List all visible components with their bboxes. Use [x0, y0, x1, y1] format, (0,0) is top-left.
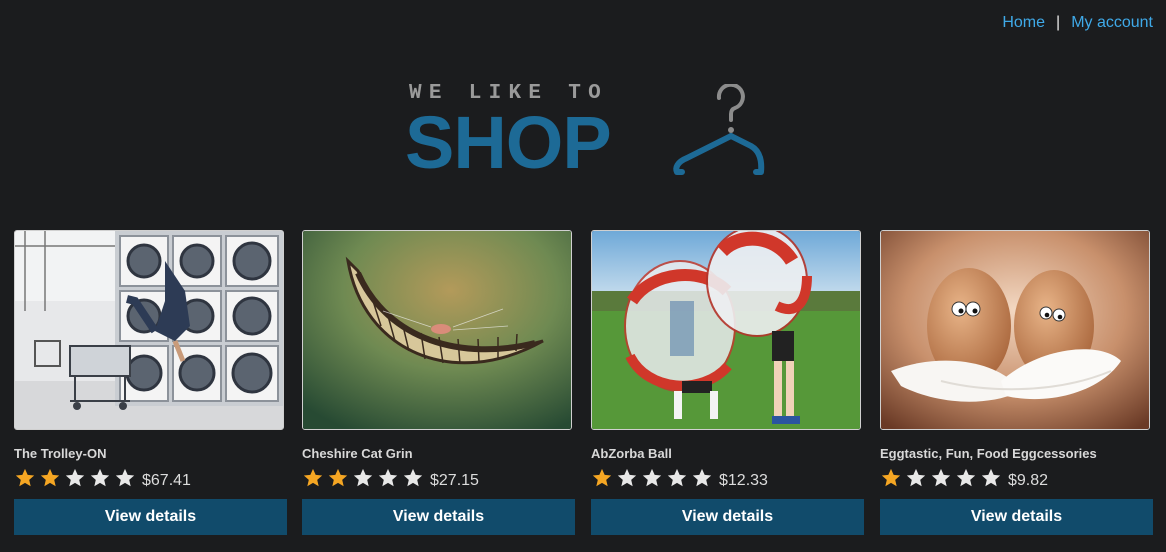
product-grid: The Trolley-ON $67.41 View details Chesh… — [14, 230, 1153, 542]
product-rating-row: $12.33 — [591, 466, 864, 490]
product-title[interactable]: The Trolley-ON — [14, 446, 287, 462]
product-card: Eggtastic, Fun, Food Eggcessories $9.82 … — [880, 230, 1153, 535]
star-filled-icon — [40, 468, 60, 487]
star-empty-icon — [906, 468, 926, 487]
product-card: Cheshire Cat Grin $27.15 View details — [302, 230, 575, 535]
view-details-button[interactable]: View details — [14, 499, 287, 535]
star-filled-icon — [881, 468, 901, 487]
star-filled-icon — [328, 468, 348, 487]
product-title[interactable]: Cheshire Cat Grin — [302, 446, 575, 462]
product-rating-row: $27.15 — [302, 466, 575, 490]
product-title[interactable]: AbZorba Ball — [591, 446, 864, 462]
product-rating-row: $67.41 — [14, 466, 287, 490]
star-empty-icon — [956, 468, 976, 487]
star-empty-icon — [642, 468, 662, 487]
star-empty-icon — [378, 468, 398, 487]
site-logo[interactable]: WE LIKE TO SHOP — [405, 82, 765, 182]
star-rating — [302, 467, 424, 489]
hanger-icon — [673, 84, 765, 175]
star-empty-icon — [981, 468, 1001, 487]
product-title[interactable]: Eggtastic, Fun, Food Eggcessories — [880, 446, 1153, 462]
star-empty-icon — [931, 468, 951, 487]
product-price: $12.33 — [719, 472, 768, 489]
product-card: The Trolley-ON $67.41 View details — [14, 230, 287, 535]
product-image-bubble-ball[interactable] — [591, 230, 861, 430]
star-empty-icon — [65, 468, 85, 487]
product-price: $27.15 — [430, 472, 479, 489]
star-rating — [591, 467, 713, 489]
star-empty-icon — [403, 468, 423, 487]
top-nav: Home | My account — [1002, 14, 1153, 32]
star-empty-icon — [90, 468, 110, 487]
star-filled-icon — [592, 468, 612, 487]
view-details-button[interactable]: View details — [591, 499, 864, 535]
star-filled-icon — [303, 468, 323, 487]
view-details-button[interactable]: View details — [880, 499, 1153, 535]
star-filled-icon — [15, 468, 35, 487]
nav-separator: | — [1056, 14, 1061, 31]
product-price: $9.82 — [1008, 472, 1049, 489]
product-price: $67.41 — [142, 472, 191, 489]
star-empty-icon — [667, 468, 687, 487]
product-rating-row: $9.82 — [880, 466, 1153, 490]
product-image-eggs-feathers[interactable] — [880, 230, 1150, 430]
star-empty-icon — [115, 468, 135, 487]
star-rating — [14, 467, 136, 489]
home-link[interactable]: Home — [1002, 14, 1045, 32]
logo-brand: SHOP — [405, 101, 612, 184]
star-empty-icon — [353, 468, 373, 487]
star-empty-icon — [692, 468, 712, 487]
view-details-button[interactable]: View details — [302, 499, 575, 535]
product-image-cheshire-grin[interactable] — [302, 230, 572, 430]
star-rating — [880, 467, 1002, 489]
product-card: AbZorba Ball $12.33 View details — [591, 230, 864, 535]
product-image-laundromat-trolley[interactable] — [14, 230, 284, 430]
star-empty-icon — [617, 468, 637, 487]
my-account-link[interactable]: My account — [1071, 14, 1153, 32]
